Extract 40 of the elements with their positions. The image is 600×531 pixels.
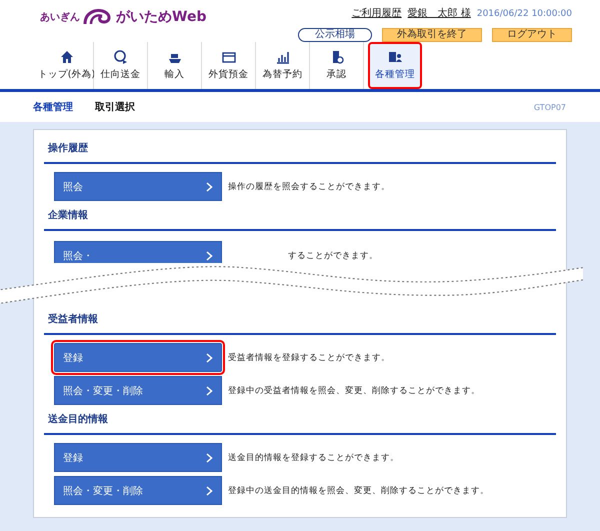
- screen-id: GTOP07: [534, 102, 566, 112]
- chevron-right-icon: [206, 352, 213, 362]
- header-button[interactable]: 公示相場: [298, 28, 372, 42]
- chevron-right-icon: [206, 452, 213, 462]
- menu-button[interactable]: 照会: [54, 172, 222, 201]
- datetime: 2016/06/22 10:00:00: [476, 9, 572, 19]
- logo-swirl-icon: [83, 8, 113, 26]
- card-icon: [222, 50, 236, 64]
- chart-icon: [276, 50, 290, 64]
- chevron-right-icon: [206, 250, 213, 260]
- section-title: 操作履歴: [44, 136, 556, 164]
- bank-name: あいぎん: [40, 11, 80, 24]
- history-link[interactable]: ご利用履歴: [352, 6, 402, 20]
- description: 登録中の送金目的情報を照会、変更、削除することができます。: [228, 484, 489, 496]
- header-button[interactable]: ログアウト: [492, 28, 572, 42]
- chevron-right-icon: [206, 182, 213, 192]
- nav-tab[interactable]: 仕向送金: [94, 42, 148, 89]
- page-title: 各種管理: [33, 100, 73, 114]
- section-title: 受益者情報: [44, 307, 556, 335]
- menu-button[interactable]: 登録: [54, 343, 222, 372]
- description: 登録中の受益者情報を照会、変更、削除することができます。: [228, 384, 480, 396]
- menu-button[interactable]: 照会・変更・削除: [54, 376, 222, 405]
- menu-button[interactable]: 照会・変更・削除: [54, 476, 222, 505]
- description: 受益者情報を登録することができます。: [228, 352, 390, 364]
- description: することができます。: [288, 250, 378, 262]
- section-title: 送金目的情報: [44, 407, 556, 435]
- chevron-right-icon: [206, 486, 213, 496]
- person-card-icon: [388, 50, 402, 64]
- nav-tab[interactable]: 各種管理: [368, 42, 422, 89]
- description: 送金目的情報を登録することができます。: [228, 452, 399, 464]
- menu-button[interactable]: 照会・: [54, 241, 222, 263]
- page-subtitle: 取引選択: [95, 100, 135, 114]
- description: 操作の履歴を照会することができます。: [228, 180, 390, 192]
- header-button[interactable]: 外為取引を終了: [382, 28, 482, 42]
- home-icon: [60, 50, 74, 64]
- section-title: 企業情報: [44, 203, 556, 231]
- logo-text: がいためWeb: [116, 8, 206, 26]
- menu-button[interactable]: 登録: [54, 443, 222, 472]
- chevron-right-icon: [206, 386, 213, 396]
- user-name: 愛銀 太郎 様: [408, 6, 471, 20]
